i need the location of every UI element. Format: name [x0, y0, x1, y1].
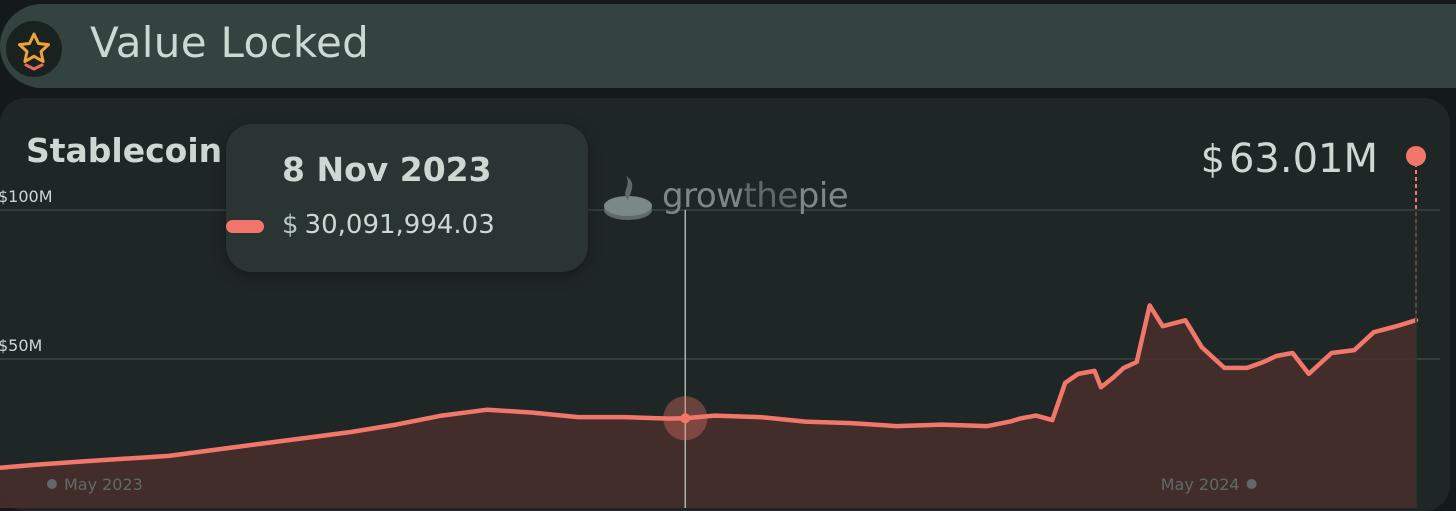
- series-point: [1245, 366, 1249, 370]
- series-point: [1222, 366, 1226, 370]
- series-point: [1092, 369, 1096, 373]
- series-point: [121, 457, 125, 461]
- series-point: [349, 430, 353, 434]
- series-point: [1008, 420, 1012, 424]
- x-tick-marker: [46, 479, 57, 489]
- series-point: [894, 424, 898, 428]
- series-point: [1291, 351, 1295, 355]
- series-point: [622, 415, 626, 419]
- watermark-text: growthepie: [662, 176, 849, 216]
- series-point: [34, 463, 38, 467]
- series-point: [531, 411, 535, 415]
- watermark-part-the: the: [743, 176, 798, 216]
- tooltip-value-amount: 30,091,994.03: [304, 210, 495, 240]
- series-point: [1050, 418, 1054, 422]
- series-point: [1122, 366, 1126, 370]
- watermark-part-pie: pie: [797, 176, 849, 216]
- series-point: [1274, 354, 1278, 358]
- series-point: [1200, 345, 1204, 349]
- series-point: [1161, 324, 1165, 328]
- series-point: [985, 424, 989, 428]
- series-point: [212, 448, 216, 452]
- series-point: [1395, 324, 1399, 328]
- series-point: [76, 460, 80, 464]
- series-point: [1034, 414, 1038, 418]
- series-point: [394, 423, 398, 427]
- series-point: [1148, 303, 1152, 307]
- growthepie-watermark: growthepie: [602, 170, 849, 228]
- series-point: [940, 423, 944, 427]
- series-point: [258, 442, 262, 446]
- series-point: [576, 415, 580, 419]
- x-tick-marker: [1246, 479, 1257, 489]
- watermark-part-grow: grow: [662, 176, 744, 216]
- series-point: [485, 408, 489, 412]
- x-tick-label: May 2023: [64, 475, 143, 494]
- pie-logo-icon: [604, 176, 652, 220]
- series-point: [1261, 360, 1265, 364]
- tooltip-series-swatch: [226, 220, 264, 233]
- series-point: [167, 454, 171, 458]
- series-point: [1063, 381, 1067, 385]
- latest-value-marker: [1406, 146, 1426, 166]
- series-point: [1135, 360, 1139, 364]
- series-point: [758, 415, 762, 419]
- hover-point: [680, 413, 691, 424]
- chart-plot[interactable]: $100M $50M May 2023 May 2024: [0, 0, 1456, 511]
- series-point: [1307, 372, 1311, 376]
- tooltip-value-currency: $: [282, 210, 299, 240]
- series-point: [712, 414, 716, 418]
- series-point: [1352, 348, 1356, 352]
- tooltip-value: $30,091,994.03: [282, 210, 495, 240]
- y-tick-label: $100M: [0, 187, 53, 206]
- series-point: [1076, 372, 1080, 376]
- series-point: [1372, 330, 1376, 334]
- chart-tooltip: 8 Nov 2023 $30,091,994.03: [226, 124, 588, 272]
- series-point: [803, 420, 807, 424]
- series-point: [1018, 417, 1022, 421]
- series-point: [1330, 351, 1334, 355]
- series-point: [849, 421, 853, 425]
- series-point: [303, 436, 307, 440]
- series-point: [1099, 385, 1103, 389]
- series-point: [440, 414, 444, 418]
- tooltip-date: 8 Nov 2023: [282, 150, 492, 189]
- series-point: [1112, 375, 1116, 379]
- y-tick-label: $50M: [0, 336, 42, 355]
- x-tick-label: May 2024: [1161, 475, 1240, 494]
- series-point: [1183, 318, 1187, 322]
